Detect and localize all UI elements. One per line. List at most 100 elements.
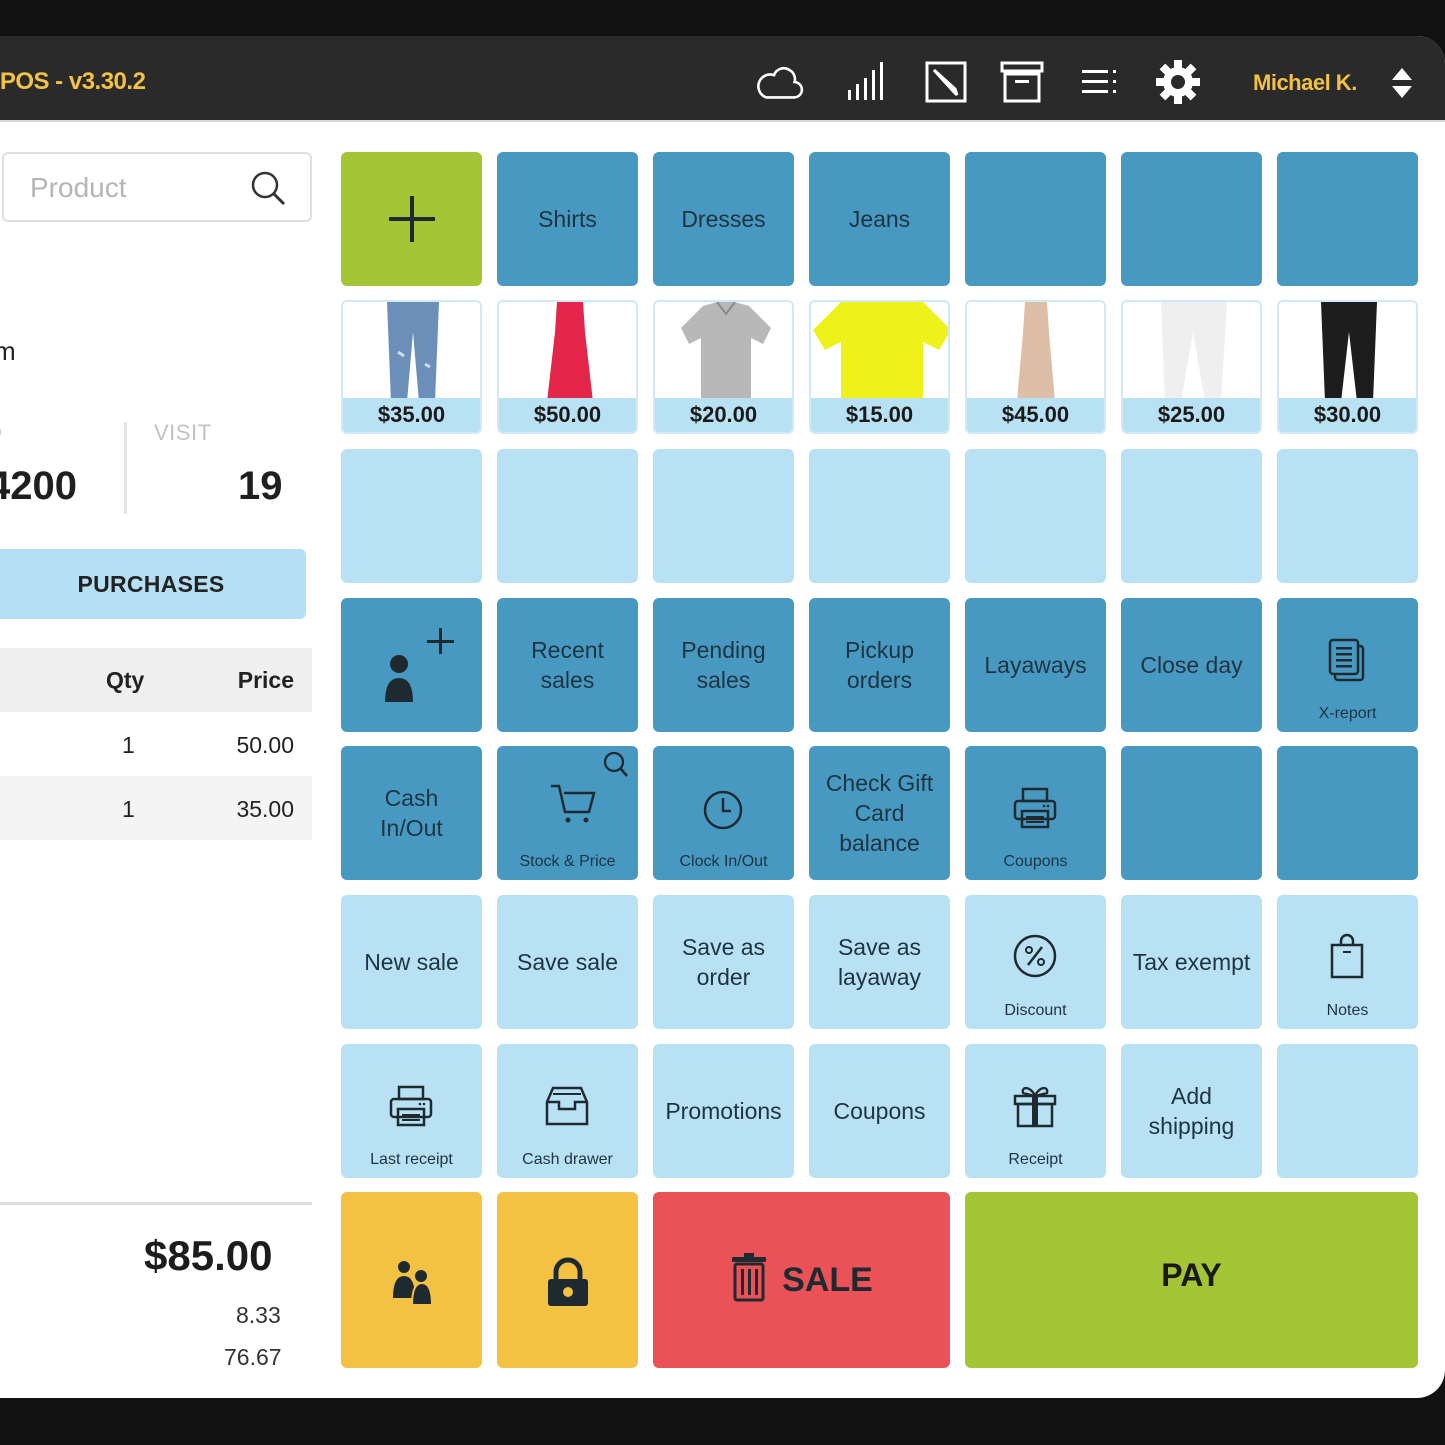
pay-label: PAY <box>1161 1257 1222 1293</box>
pickup-orders-button[interactable]: Pickup orders <box>809 598 950 732</box>
stat-value-points: 4200 <box>0 464 77 508</box>
category-jeans[interactable]: Jeans <box>809 152 950 286</box>
tile-label: Discount <box>1004 1002 1067 1019</box>
layaways-button[interactable]: Layaways <box>965 598 1106 732</box>
tax-exempt-button[interactable]: Tax exempt <box>1121 895 1262 1029</box>
receipt-button[interactable]: Receipt <box>965 1044 1106 1178</box>
cash-drawer-button[interactable]: Cash drawer <box>497 1044 638 1178</box>
delete-sale-button[interactable]: SALE <box>653 1192 950 1368</box>
check-gift-card-balance-button[interactable]: Check Gift Card balance <box>809 746 950 880</box>
cart-row[interactable]: 1 50.00 <box>0 712 312 776</box>
users-icon <box>387 1258 437 1315</box>
add-category-button[interactable] <box>341 152 482 286</box>
product-tile-black-jeans[interactable]: $30.00 <box>1277 300 1418 434</box>
cloud-icon[interactable] <box>756 58 804 106</box>
tile-label: Receipt <box>1008 1151 1063 1168</box>
empty-product-slot[interactable] <box>341 449 482 583</box>
archive-icon[interactable] <box>998 58 1046 106</box>
category-dresses[interactable]: Dresses <box>653 152 794 286</box>
product-tile-red-dress[interactable]: $50.00 <box>497 300 638 434</box>
product-price: $35.00 <box>343 398 480 432</box>
product-image <box>811 302 948 402</box>
product-tile-yellow-t-shirt[interactable]: $15.00 <box>809 300 950 434</box>
empty-product-slot[interactable] <box>1277 449 1418 583</box>
gear-icon[interactable] <box>1154 58 1202 106</box>
stock-price-button[interactable]: Stock & Price <box>497 746 638 880</box>
empty-product-slot[interactable] <box>497 449 638 583</box>
coupons-button[interactable]: Coupons <box>809 1044 950 1178</box>
trash-icon <box>730 1252 768 1309</box>
product-tile-ripped-jeans[interactable]: $35.00 <box>341 300 482 434</box>
app-title: lt POS - v3.30.2 <box>0 68 146 95</box>
product-price: $15.00 <box>811 398 948 432</box>
last-receipt-button[interactable]: Last receipt <box>341 1044 482 1178</box>
empty-action-slot[interactable] <box>1277 1044 1418 1178</box>
tile-label: Shirts <box>538 206 597 232</box>
tile-label: Jeans <box>848 206 911 232</box>
product-tile-beige-dress[interactable]: $45.00 <box>965 300 1106 434</box>
tile-label: Pickup orders <box>844 637 915 693</box>
product-tile-grey-polo-shirt[interactable]: $20.00 <box>653 300 794 434</box>
promotions-button[interactable]: Promotions <box>653 1044 794 1178</box>
product-image <box>967 302 1104 402</box>
edit-icon[interactable] <box>922 58 970 106</box>
clock-in-out-button[interactable]: Clock In/Out <box>653 746 794 880</box>
stat-divider <box>124 422 127 514</box>
x-report-button[interactable]: X-report <box>1277 598 1418 732</box>
new-sale-button[interactable]: New sale <box>341 895 482 1029</box>
empty-product-slot[interactable] <box>653 449 794 583</box>
user-switch-chevron-icon[interactable] <box>1390 66 1414 100</box>
category-empty[interactable] <box>1121 152 1262 286</box>
tile-label: Coupons <box>1003 853 1068 870</box>
percent-icon <box>1012 933 1058 986</box>
product-image <box>343 302 480 402</box>
list-icon[interactable] <box>1076 58 1124 106</box>
category-empty[interactable] <box>1277 152 1418 286</box>
close-day-button[interactable]: Close day <box>1121 598 1262 732</box>
user-name[interactable]: Michael K. <box>1253 70 1357 96</box>
lock-button[interactable] <box>497 1192 638 1368</box>
printer-icon <box>1012 786 1058 837</box>
save-sale-button[interactable]: Save sale <box>497 895 638 1029</box>
tile-label: New sale <box>364 949 459 975</box>
search-icon[interactable] <box>248 168 288 208</box>
tile-label: Promotions <box>665 1098 782 1124</box>
empty-action-slot[interactable] <box>1121 746 1262 880</box>
stat-label-points: D <box>0 420 2 446</box>
product-price: $45.00 <box>967 398 1104 432</box>
category-empty[interactable] <box>965 152 1106 286</box>
pending-sales-button[interactable]: Pending sales <box>653 598 794 732</box>
save-as-order-button[interactable]: Save as order <box>653 895 794 1029</box>
cart-row[interactable]: 1 35.00 <box>0 776 312 840</box>
category-shirts[interactable]: Shirts <box>497 152 638 286</box>
app-header: lt POS - v3.30.2 Michael K. <box>0 36 1445 122</box>
tile-label: Cash drawer <box>522 1151 613 1168</box>
notes-button[interactable]: Notes <box>1277 895 1418 1029</box>
discount-button[interactable]: Discount <box>965 895 1106 1029</box>
cart-search-icon <box>511 750 631 837</box>
customer-name-fragment: m <box>0 336 16 366</box>
bag-icon <box>1327 933 1367 986</box>
empty-product-slot[interactable] <box>965 449 1106 583</box>
product-search[interactable] <box>2 152 312 222</box>
customers-button[interactable] <box>341 1192 482 1368</box>
pay-button[interactable]: PAY <box>965 1192 1418 1368</box>
add-customer-button[interactable] <box>341 598 482 732</box>
coupons-button[interactable]: Coupons <box>965 746 1106 880</box>
empty-action-slot[interactable] <box>1277 746 1418 880</box>
product-tile-white-pants[interactable]: $25.00 <box>1121 300 1262 434</box>
add-shipping-button[interactable]: Add shipping <box>1121 1044 1262 1178</box>
product-search-input[interactable] <box>30 168 230 208</box>
empty-product-slot[interactable] <box>809 449 950 583</box>
save-as-layaway-button[interactable]: Save as layaway <box>809 895 950 1029</box>
tile-label: Save as order <box>681 934 766 990</box>
printer-icon <box>388 1084 434 1135</box>
clock-icon <box>701 788 745 839</box>
recent-sales-button[interactable]: Recent sales <box>497 598 638 732</box>
tile-label: Save sale <box>516 949 618 975</box>
tile-label: Coupons <box>833 1098 926 1124</box>
cash-in-out-button[interactable]: Cash In/Out <box>341 746 482 880</box>
purchases-button[interactable]: PURCHASES <box>0 549 306 619</box>
empty-product-slot[interactable] <box>1121 449 1262 583</box>
signal-icon[interactable] <box>842 58 890 106</box>
